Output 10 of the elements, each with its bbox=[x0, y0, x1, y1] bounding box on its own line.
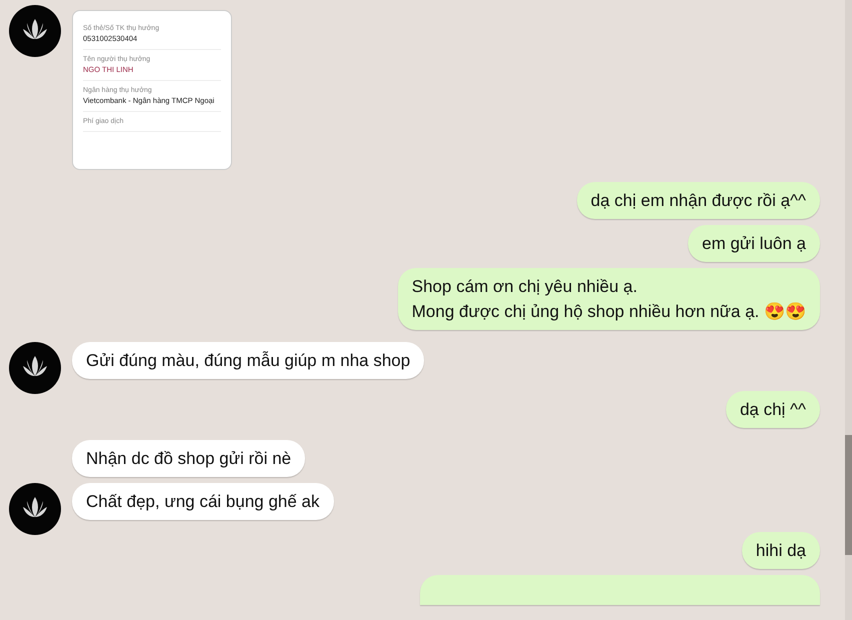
message-bubble: em gửi luôn ạ bbox=[688, 225, 820, 262]
message-bubble: Nhận dc đồ shop gửi rồi nè bbox=[72, 440, 306, 477]
message-bubble: dạ chị ^^ bbox=[726, 391, 820, 428]
scrollbar-track[interactable] bbox=[845, 0, 852, 620]
message-bubble: Shop cám ơn chị yêu nhiều ạ. Mong được chị ủng hộ shop nhiều hơn nữa ạ. 😍😍 bbox=[398, 268, 820, 330]
scrollbar-thumb[interactable] bbox=[845, 435, 852, 555]
message-bubble: Chất đẹp, ưng cái bụng ghế ak bbox=[72, 483, 334, 520]
message-bubble: hihi dạ bbox=[742, 532, 820, 569]
message-bubble: dạ chị em nhận được rồi ạ^^ bbox=[576, 182, 820, 219]
message-bubble: Gửi đúng màu, đúng mẫu giúp m nha shop bbox=[72, 342, 424, 379]
